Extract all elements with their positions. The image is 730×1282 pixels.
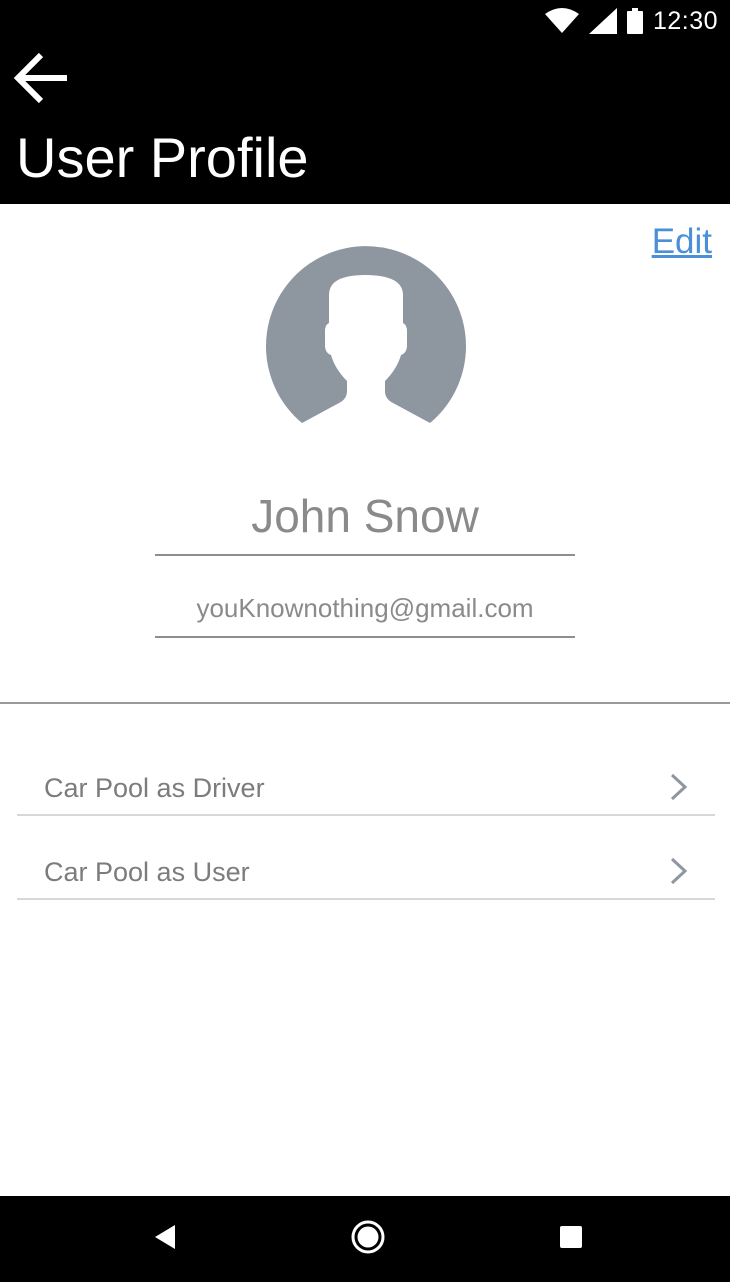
- page-title: User Profile: [16, 126, 309, 189]
- menu-item-carpool-user[interactable]: Car Pool as User: [17, 816, 715, 900]
- nav-home-button[interactable]: [343, 1214, 393, 1264]
- back-button[interactable]: [10, 50, 74, 110]
- arrow-left-icon: [13, 50, 71, 111]
- back-triangle-icon: [153, 1224, 177, 1255]
- edit-link[interactable]: Edit: [652, 222, 712, 262]
- home-circle-icon: [350, 1219, 386, 1260]
- carpool-menu: Car Pool as Driver Car Pool as User: [17, 748, 715, 900]
- default-avatar-icon: [265, 246, 466, 448]
- nav-recents-button[interactable]: [546, 1214, 596, 1264]
- menu-item-carpool-driver[interactable]: Car Pool as Driver: [17, 748, 715, 816]
- system-nav-bar: [0, 1196, 730, 1282]
- status-time: 12:30: [652, 6, 718, 35]
- chevron-right-icon: [669, 856, 689, 886]
- menu-item-label: Car Pool as Driver: [44, 773, 265, 803]
- status-bar: 12:30: [544, 5, 718, 37]
- email-input[interactable]: [155, 580, 575, 636]
- email-field[interactable]: [155, 580, 575, 638]
- menu-item-label: Car Pool as User: [44, 857, 250, 887]
- name-input[interactable]: [155, 478, 575, 554]
- nav-back-button[interactable]: [140, 1214, 190, 1264]
- app-bar: 12:30 User Profile: [0, 0, 730, 204]
- user-profile-screen: 12:30 User Profile Edit Car Pool: [0, 0, 730, 1282]
- name-field[interactable]: [155, 478, 575, 556]
- wifi-icon: [544, 8, 579, 34]
- section-divider: [0, 702, 730, 704]
- battery-icon: [626, 8, 643, 34]
- avatar[interactable]: [265, 243, 466, 444]
- chevron-right-icon: [669, 772, 689, 802]
- recents-square-icon: [559, 1225, 583, 1254]
- signal-icon: [588, 8, 617, 34]
